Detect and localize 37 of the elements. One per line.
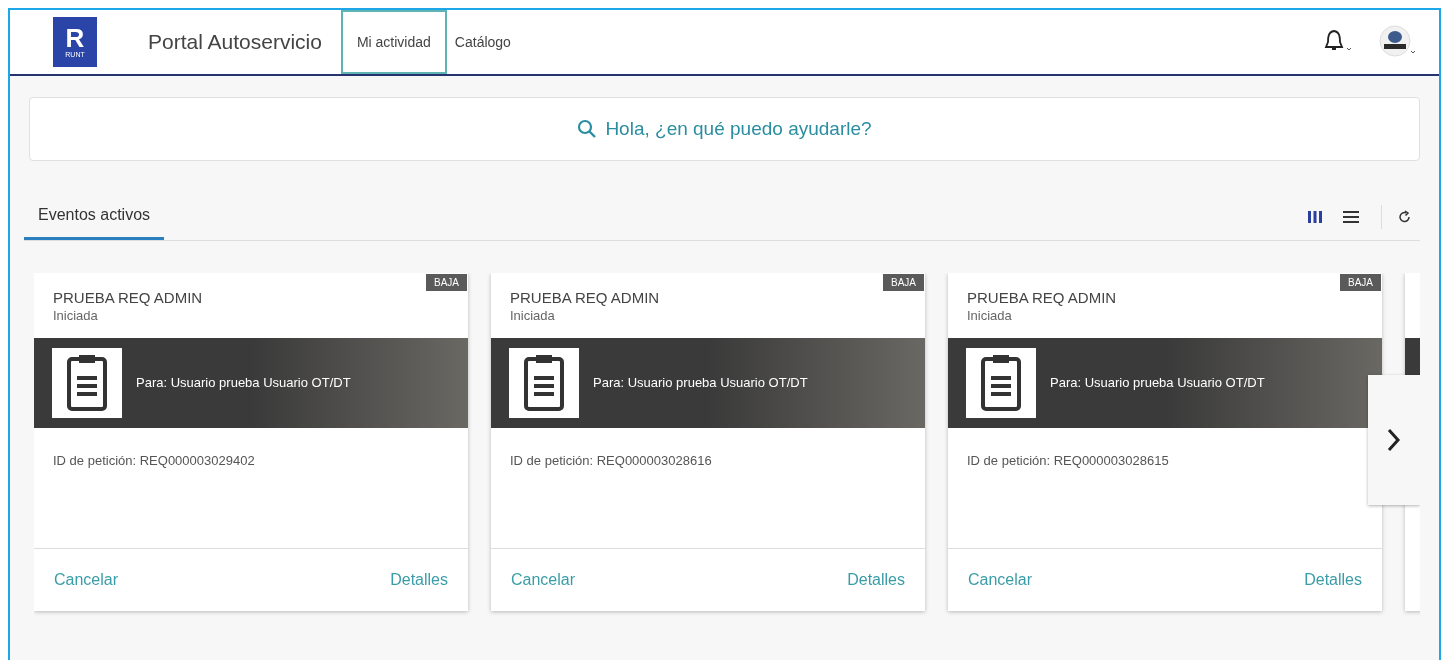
card-action-link[interactable]: Cancelar bbox=[501, 564, 586, 596]
card-title: PRUEBA REQ ADMIN bbox=[967, 288, 1118, 307]
request-id: ID de petición: REQ000003028615 bbox=[967, 453, 1169, 468]
search-placeholder: Hola, ¿en qué puedo ayudarle? bbox=[605, 116, 872, 141]
card-title: PRUEBA REQ ADMIN bbox=[510, 288, 661, 307]
request-id: ID de petición: REQ000003029402 bbox=[53, 453, 255, 468]
search-field[interactable]: Hola, ¿en qué puedo ayudarle? bbox=[29, 97, 1420, 161]
chevron-right-icon bbox=[1387, 428, 1401, 452]
portal-title: Portal Autoservicio bbox=[148, 29, 322, 56]
refresh-icon[interactable] bbox=[1398, 210, 1412, 224]
card-title: PRUEBA REQ ADMIN bbox=[53, 288, 204, 307]
user-avatar-icon[interactable] bbox=[1379, 25, 1417, 59]
priority-badge: BAJA bbox=[1340, 274, 1381, 291]
logo-letter: R bbox=[65, 25, 85, 51]
nav-tab[interactable]: Mi actividad bbox=[340, 10, 447, 74]
request-id: ID de petición: REQ000003028616 bbox=[510, 453, 712, 468]
card-action-link[interactable]: Detalles bbox=[380, 564, 458, 596]
list-view-icon[interactable] bbox=[1343, 210, 1359, 224]
search-icon bbox=[577, 119, 598, 139]
card-action-link[interactable]: Detalles bbox=[837, 564, 915, 596]
status-text: Iniciada bbox=[967, 307, 1013, 324]
clipboard-icon bbox=[52, 348, 122, 418]
card-action-link[interactable]: Detalles bbox=[1294, 564, 1372, 596]
clipboard-icon bbox=[509, 348, 579, 418]
priority-badge: BAJA bbox=[426, 274, 467, 291]
card-action-link[interactable]: Cancelar bbox=[44, 564, 129, 596]
status-text: Iniciada bbox=[510, 307, 556, 324]
priority-badge: BAJA bbox=[883, 274, 924, 291]
clipboard-icon bbox=[966, 348, 1036, 418]
recipient-text: Para: Usuario prueba Usuario OT/DT bbox=[593, 374, 808, 393]
columns-view-icon[interactable] bbox=[1307, 210, 1323, 224]
recipient-text: Para: Usuario prueba Usuario OT/DT bbox=[136, 374, 351, 393]
nav-tab[interactable]: Catálogo bbox=[446, 10, 519, 74]
card-action-link[interactable]: Cancelar bbox=[958, 564, 1043, 596]
section-tab[interactable]: Eventos activos bbox=[24, 203, 165, 240]
recipient-text: Para: Usuario prueba Usuario OT/DT bbox=[1050, 374, 1265, 393]
status-text: Iniciada bbox=[53, 307, 99, 324]
